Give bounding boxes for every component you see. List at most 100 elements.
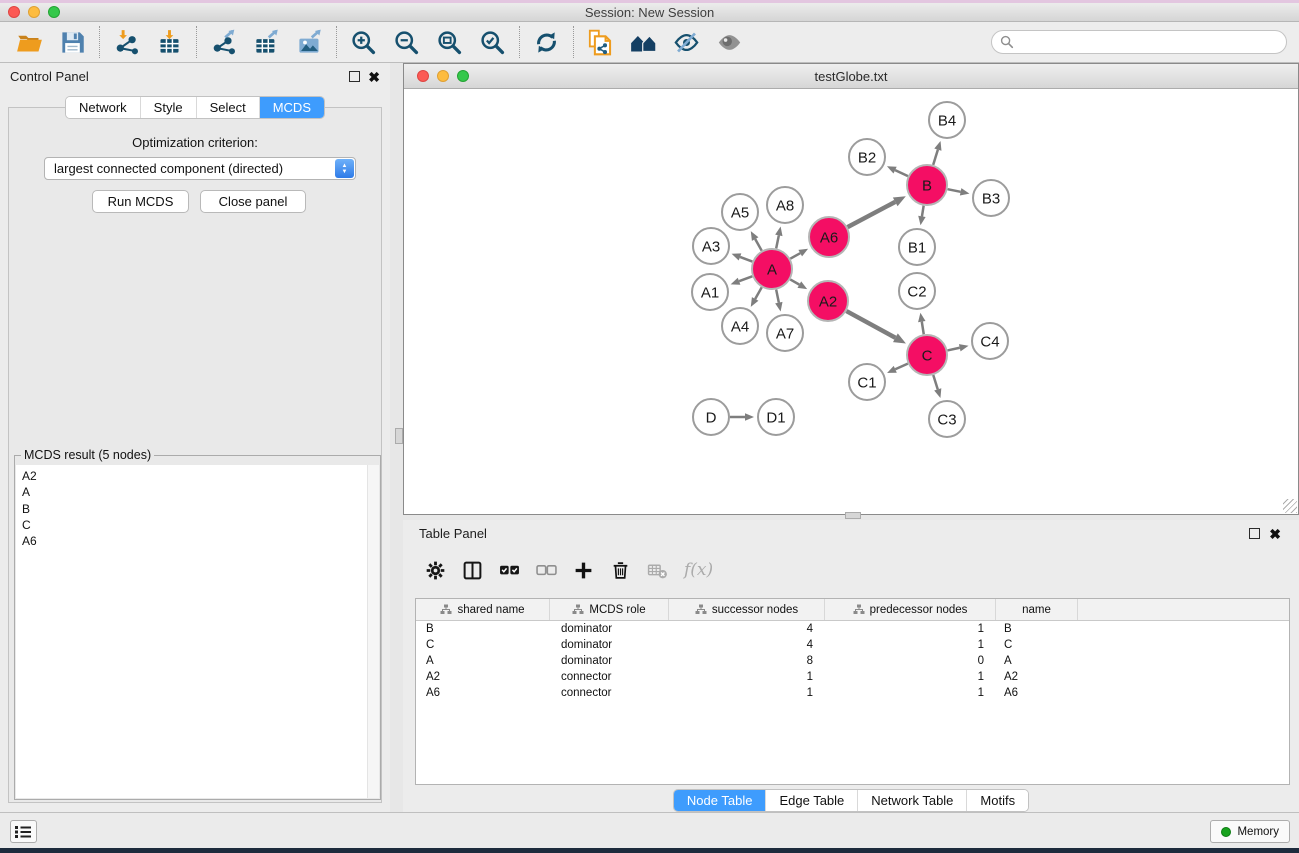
table-row[interactable]: A6connector11A6	[416, 685, 1289, 701]
table-cell[interactable]: A6	[996, 685, 1078, 701]
table-cell[interactable]: dominator	[550, 637, 669, 653]
graph-node-A2[interactable]: A2	[808, 281, 848, 321]
result-scrollbar[interactable]	[367, 465, 379, 798]
import-network-button[interactable]	[105, 24, 148, 60]
table-cell[interactable]: B	[996, 621, 1078, 637]
table-row[interactable]: A2connector11A2	[416, 669, 1289, 685]
zoom-in-button[interactable]	[342, 24, 385, 60]
resize-grip[interactable]	[1283, 499, 1297, 513]
tab-select[interactable]: Select	[196, 97, 259, 118]
table-options-gear-button[interactable]	[425, 560, 446, 581]
edge-A-A3[interactable]	[740, 257, 752, 262]
import-table-button[interactable]	[148, 24, 191, 60]
graph-node-B4[interactable]: B4	[929, 102, 965, 138]
table-cell[interactable]: A	[996, 653, 1078, 669]
tab-network-table[interactable]: Network Table	[857, 790, 966, 811]
table-cell[interactable]: dominator	[550, 621, 669, 637]
column-header-MCDS-role[interactable]: MCDS role	[550, 599, 669, 620]
table-cell[interactable]: A2	[416, 669, 550, 685]
vertical-divider-handle[interactable]	[395, 428, 403, 444]
graph-node-A3[interactable]: A3	[693, 228, 729, 264]
run-mcds-button[interactable]: Run MCDS	[92, 190, 189, 213]
deselect-all-checks-button[interactable]	[536, 560, 557, 581]
table-row[interactable]: Cdominator41C	[416, 637, 1289, 653]
edge-A-A2[interactable]	[790, 279, 799, 284]
save-session-button[interactable]	[51, 24, 94, 60]
edge-C-C4[interactable]	[947, 348, 959, 351]
delete-column-button[interactable]	[610, 560, 631, 581]
graph-node-A8[interactable]: A8	[767, 187, 803, 223]
table-cell[interactable]: dominator	[550, 653, 669, 669]
graph-node-C3[interactable]: C3	[929, 401, 965, 437]
zoom-selected-button[interactable]	[471, 24, 514, 60]
table-cell[interactable]: A	[416, 653, 550, 669]
graph-node-A1[interactable]: A1	[692, 274, 728, 310]
tab-edge-table[interactable]: Edge Table	[765, 790, 857, 811]
export-network-button[interactable]	[202, 24, 245, 60]
table-cell[interactable]: 4	[669, 621, 825, 637]
add-column-button[interactable]	[573, 560, 594, 581]
graph-node-B[interactable]: B	[907, 165, 947, 205]
graph-node-B2[interactable]: B2	[849, 139, 885, 175]
clone-network-button[interactable]	[579, 24, 622, 60]
table-cell[interactable]: connector	[550, 685, 669, 701]
optimization-dropdown[interactable]: largest connected component (directed) ▲…	[44, 157, 356, 180]
apply-layout-button[interactable]	[525, 24, 568, 60]
edge-C-C2[interactable]	[922, 322, 924, 335]
table-cell[interactable]: 1	[825, 685, 996, 701]
graph-node-C[interactable]: C	[907, 335, 947, 375]
tab-network[interactable]: Network	[66, 97, 140, 118]
table-cell[interactable]: 1	[825, 637, 996, 653]
float-panel-icon[interactable]	[349, 71, 360, 82]
graph-node-A5[interactable]: A5	[722, 194, 758, 230]
table-cell[interactable]: 1	[825, 621, 996, 637]
table-cell[interactable]: 0	[825, 653, 996, 669]
zoom-out-button[interactable]	[385, 24, 428, 60]
table-cell[interactable]: 1	[825, 669, 996, 685]
search-field[interactable]	[991, 30, 1287, 54]
edge-B-B4[interactable]	[933, 150, 938, 165]
tab-motifs[interactable]: Motifs	[966, 790, 1028, 811]
edge-B-B2[interactable]	[895, 170, 908, 176]
edge-A-A7[interactable]	[776, 290, 779, 303]
result-item[interactable]: A2	[22, 468, 367, 484]
edge-A6-B[interactable]	[848, 202, 896, 227]
table-cell[interactable]: 8	[669, 653, 825, 669]
edge-A-A8[interactable]	[776, 235, 779, 248]
edge-C-C3[interactable]	[933, 375, 937, 389]
edge-B-B1[interactable]	[922, 206, 924, 217]
result-item[interactable]: A6	[22, 533, 367, 549]
table-cell[interactable]: 4	[669, 637, 825, 653]
network-zoom-light[interactable]	[457, 70, 469, 82]
graph-node-A7[interactable]: A7	[767, 315, 803, 351]
column-header-successor-nodes[interactable]: successor nodes	[669, 599, 825, 620]
table-cell[interactable]: 1	[669, 685, 825, 701]
graph-node-C2[interactable]: C2	[899, 273, 935, 309]
result-item[interactable]: C	[22, 517, 367, 533]
network-canvas[interactable]: B4B2BB3A8A5A6A3B1AC2A1A2A4A7C4CC1DD1C3	[404, 89, 1298, 514]
open-session-button[interactable]	[8, 24, 51, 60]
result-item[interactable]: B	[22, 501, 367, 517]
edge-A-A6[interactable]	[790, 253, 800, 259]
function-builder-button[interactable]: f(x)	[684, 560, 713, 580]
graph-node-D1[interactable]: D1	[758, 399, 794, 435]
column-header-name[interactable]: name	[996, 599, 1078, 620]
column-header-shared-name[interactable]: shared name	[416, 599, 550, 620]
search-input[interactable]	[1019, 35, 1278, 49]
graph-node-A6[interactable]: A6	[809, 217, 849, 257]
select-all-checks-button[interactable]	[499, 560, 520, 581]
graph-node-A4[interactable]: A4	[722, 308, 758, 344]
column-header-predecessor-nodes[interactable]: predecessor nodes	[825, 599, 996, 620]
home-view-button[interactable]	[622, 24, 665, 60]
edge-A2-C[interactable]	[846, 311, 895, 338]
table-row[interactable]: Bdominator41B	[416, 621, 1289, 637]
float-table-panel-icon[interactable]	[1249, 528, 1260, 539]
column-manager-button[interactable]	[462, 560, 483, 581]
graph-node-A[interactable]: A	[752, 249, 792, 289]
task-history-button[interactable]	[10, 820, 37, 843]
export-image-button[interactable]	[288, 24, 331, 60]
graph-node-C4[interactable]: C4	[972, 323, 1008, 359]
table-cell[interactable]: C	[996, 637, 1078, 653]
memory-button[interactable]: Memory	[1210, 820, 1290, 843]
graph-node-C1[interactable]: C1	[849, 364, 885, 400]
